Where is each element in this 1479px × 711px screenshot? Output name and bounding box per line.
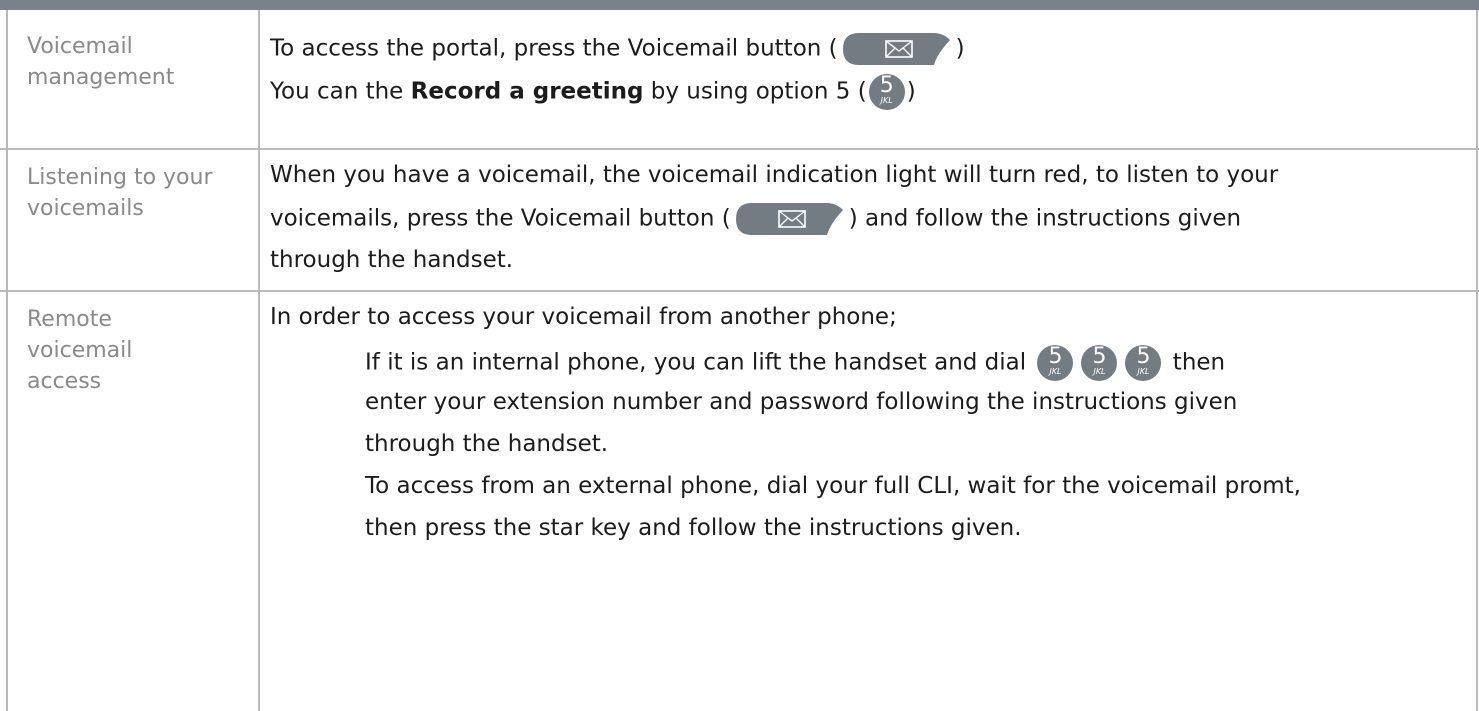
bold-text: Record a greeting	[410, 78, 644, 105]
row-label: Remote voicemail access	[27, 304, 257, 397]
key-number: 5	[1092, 344, 1107, 369]
row-label: Voicemail management	[27, 31, 257, 93]
text-segment: When you have a voicemail, the voicemail…	[270, 162, 1279, 188]
description-line: through the handset.	[270, 247, 513, 273]
description-line: If it is an internal phone, you can lift…	[365, 345, 1225, 381]
text-segment: voicemails, press the Voicemail button (	[270, 205, 731, 232]
description-line: then press the star key and follow the i…	[365, 515, 1022, 541]
voicemail-button-icon	[842, 32, 952, 66]
description-line: To access from an external phone, dial y…	[365, 473, 1301, 499]
table-row-listening: Listening to your voicemails When you ha…	[0, 150, 1479, 292]
text-segment: )	[906, 78, 916, 105]
description-line: enter your extension number and password…	[365, 389, 1237, 415]
description-line: In order to access your voicemail from a…	[270, 304, 897, 330]
description-line: through the handset.	[365, 431, 608, 457]
text-segment: through the handset.	[365, 431, 609, 457]
text-segment: To access the portal, press the Voicemai…	[270, 35, 838, 62]
keypad-5-icon: 5 JKL	[868, 73, 905, 110]
keypad-5-icon: 5 JKL	[1125, 344, 1162, 381]
text-segment: enter your extension number and password…	[365, 389, 1238, 415]
description-line: To access the portal, press the Voicemai…	[270, 32, 965, 66]
table-row-remote-access: Remote voicemail access In order to acce…	[0, 292, 1479, 711]
text-segment: You can the	[270, 78, 411, 105]
text-segment: In order to access your voicemail from a…	[270, 304, 897, 330]
row-label-line: management	[27, 65, 175, 90]
text-segment: If it is an internal phone, you can lift…	[365, 349, 1027, 376]
description-line: You can the Record a greeting by using o…	[270, 74, 916, 110]
voicemail-button-icon	[735, 202, 845, 236]
key-letters: JKL	[1137, 367, 1150, 376]
text-segment: ) and follow the instructions given	[848, 205, 1242, 232]
key-number: 5	[879, 73, 894, 98]
text-segment: through the handset.	[270, 247, 514, 273]
table-row-voicemail-management: Voicemail management To access the porta…	[0, 10, 1479, 150]
key-letters: JKL	[1093, 367, 1106, 376]
header-bar	[0, 0, 1479, 10]
row-label-line: Listening to your	[27, 165, 213, 190]
row-label-line: access	[27, 369, 102, 394]
row-label-line: voicemails	[27, 196, 144, 221]
key-letters: JKL	[880, 96, 893, 105]
key-number: 5	[1136, 344, 1151, 369]
text-segment: )	[955, 35, 965, 62]
row-label-line: voicemail	[27, 338, 133, 363]
row-label-line: Voicemail	[27, 34, 133, 59]
keypad-5-icon: 5 JKL	[1037, 344, 1074, 381]
description-line: voicemails, press the Voicemail button (…	[270, 202, 1241, 236]
key-letters: JKL	[1049, 367, 1062, 376]
row-label-line: Remote	[27, 307, 112, 332]
voicemail-instructions-table: Voicemail management To access the porta…	[0, 10, 1479, 711]
row-label: Listening to your voicemails	[27, 162, 257, 224]
description-line: When you have a voicemail, the voicemail…	[270, 162, 1278, 188]
text-segment: To access from an external phone, dial y…	[365, 473, 1301, 499]
text-segment: then press the star key and follow the i…	[365, 515, 1022, 541]
key-number: 5	[1048, 344, 1063, 369]
keypad-5-icon: 5 JKL	[1081, 344, 1118, 381]
text-segment: then	[1172, 349, 1226, 376]
text-segment: by using option 5 (	[643, 78, 867, 105]
